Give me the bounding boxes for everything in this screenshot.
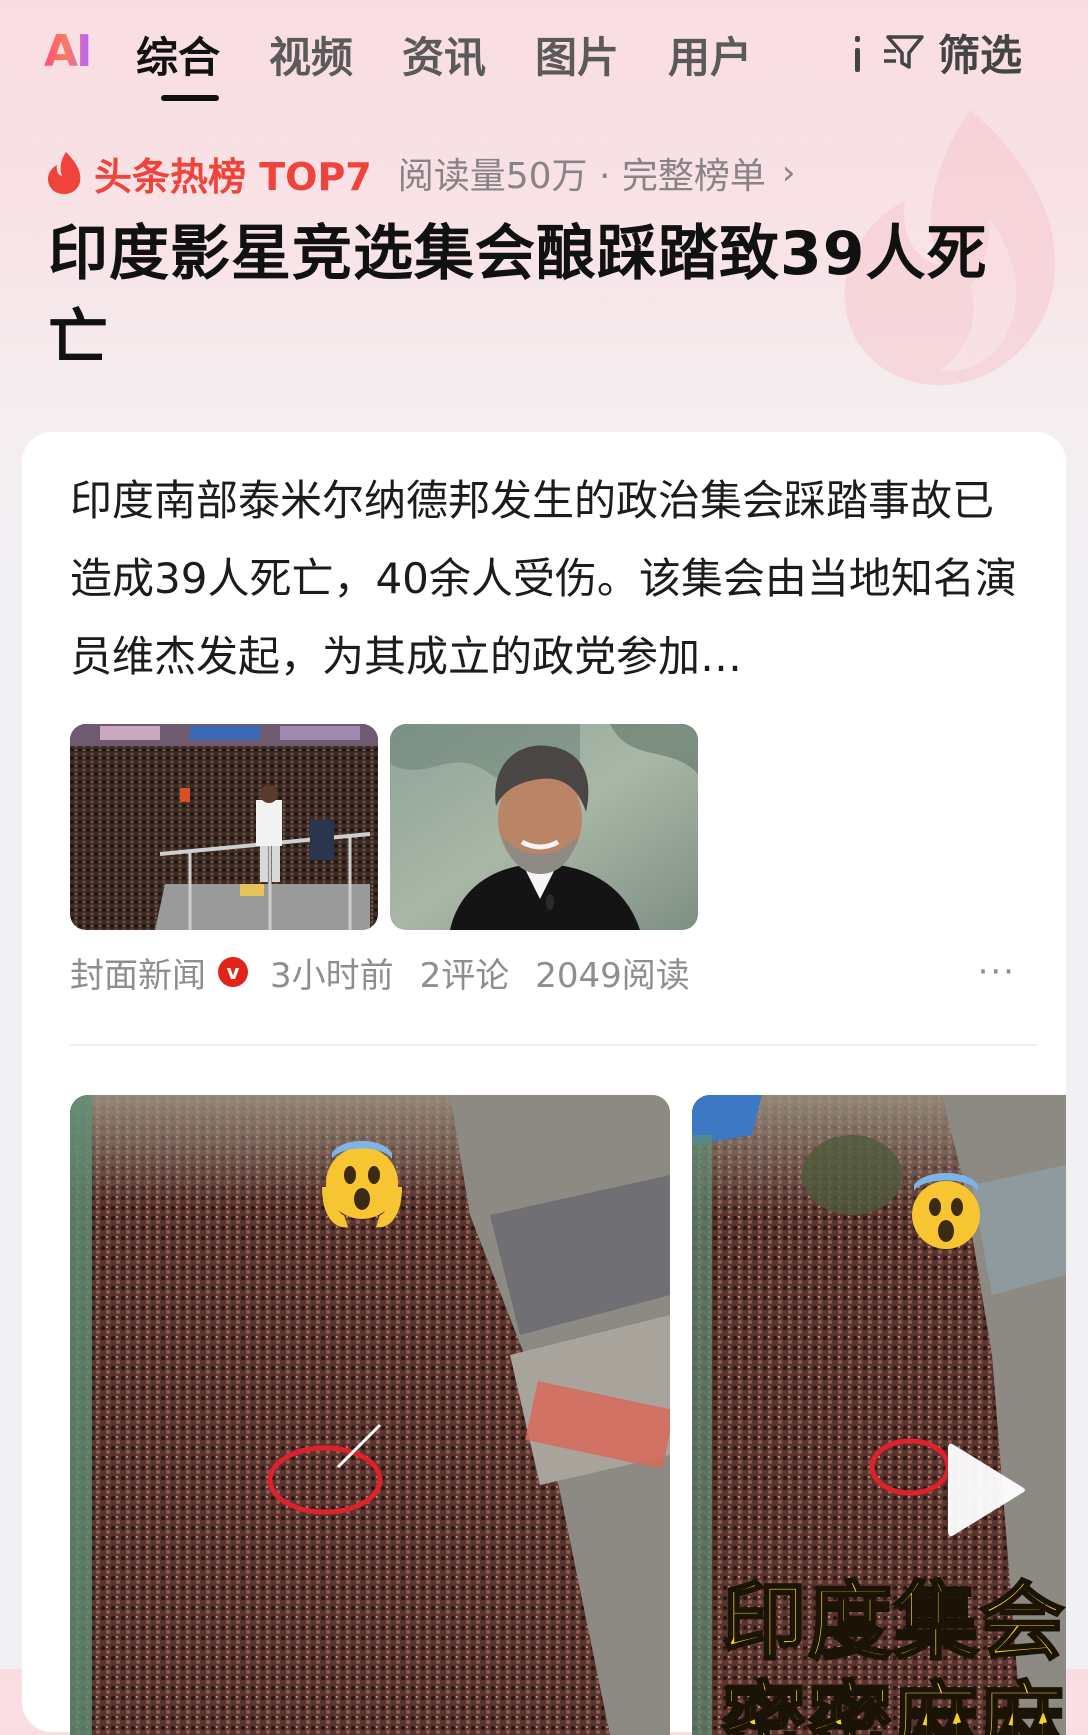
filter-label: 筛选 bbox=[938, 30, 1023, 80]
tab-users[interactable]: 用户 bbox=[668, 24, 752, 85]
tab-news[interactable]: 资讯 bbox=[402, 24, 486, 85]
flame-icon bbox=[48, 152, 81, 194]
tab-overflow-icon[interactable] bbox=[852, 32, 862, 76]
more-options-button[interactable]: ··· bbox=[978, 952, 1016, 992]
result-card[interactable]: 印度南部泰米尔纳德邦发生的政治集会踩踏事故已造成39人死亡，40余人受伤。该集会… bbox=[22, 432, 1066, 1735]
page-title[interactable]: 印度影星竞选集会酿踩踏致39人死亡 bbox=[48, 212, 1008, 380]
divider bbox=[70, 1044, 1038, 1046]
article-image-portrait[interactable] bbox=[390, 724, 698, 930]
tab-video[interactable]: 视频 bbox=[269, 24, 353, 85]
article-summary[interactable]: 印度南部泰米尔纳德邦发生的政治集会踩踏事故已造成39人死亡，40余人受伤。该集会… bbox=[70, 462, 1020, 696]
comment-count: 2评论 bbox=[419, 955, 510, 996]
play-icon[interactable] bbox=[942, 1435, 1032, 1545]
video-thumbnail-2[interactable]: 印度集会 密密麻麻 bbox=[692, 1095, 1066, 1735]
top-nav: AI 综合 视频 资讯 图片 用户 筛选 bbox=[0, 0, 1088, 110]
tab-images[interactable]: 图片 bbox=[535, 24, 619, 85]
read-count: 2049阅读 bbox=[535, 955, 690, 996]
chevron-right-icon: › bbox=[781, 153, 796, 193]
hot-list-meta[interactable]: 阅读量50万 · 完整榜单 bbox=[398, 147, 766, 199]
video-thumbnail-1[interactable] bbox=[70, 1095, 670, 1735]
article-meta: 封面新闻 v 3小时前 2评论 2049阅读 bbox=[70, 942, 690, 1002]
verified-badge-icon: v bbox=[218, 957, 248, 987]
hot-list-title: 头条热榜 TOP7 bbox=[94, 154, 372, 199]
publish-time: 3小时前 bbox=[270, 955, 394, 996]
shocked-emoji-icon bbox=[322, 1141, 402, 1228]
ai-tab[interactable]: AI bbox=[44, 26, 92, 77]
video-overlay-text-line2: 密密麻麻 bbox=[720, 1672, 1066, 1735]
shocked-emoji-icon bbox=[912, 1173, 980, 1249]
filter-button[interactable]: 筛选 bbox=[882, 24, 1022, 80]
source-name[interactable]: 封面新闻 bbox=[70, 948, 206, 997]
hot-list-row[interactable]: 头条热榜 TOP7 阅读量50万 · 完整榜单 › bbox=[44, 147, 796, 199]
article-image-crowd[interactable] bbox=[70, 724, 378, 930]
filter-icon bbox=[884, 35, 924, 69]
tab-comprehensive[interactable]: 综合 bbox=[136, 24, 220, 85]
active-tab-indicator bbox=[161, 95, 219, 101]
